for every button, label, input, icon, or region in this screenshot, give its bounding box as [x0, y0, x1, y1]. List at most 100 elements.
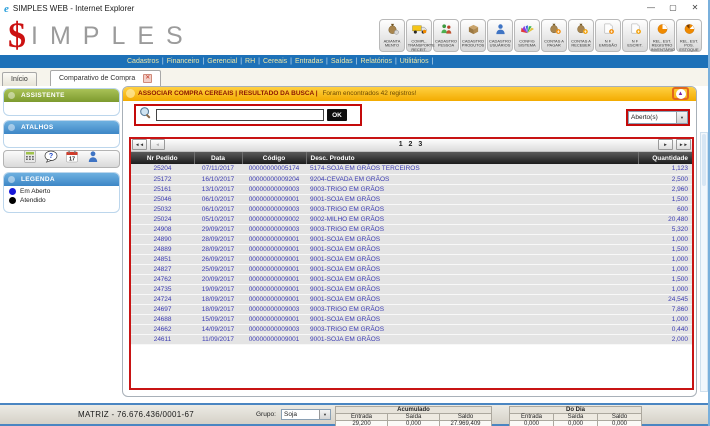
menu-item-saidas[interactable]: Saídas [331, 58, 353, 65]
minimize-button[interactable]: — [640, 0, 662, 15]
next-page-button[interactable]: ► [658, 139, 673, 150]
box-icon [466, 22, 481, 40]
search-input[interactable] [156, 109, 324, 121]
pagination-bar: ◄◄ ◄ 1 2 3 ► ►► [131, 139, 692, 152]
table-row[interactable]: 2476220/09/2017000000000090019001-SOJA E… [131, 274, 692, 284]
first-page-button[interactable]: ◄◄ [132, 139, 147, 150]
last-page-button[interactable]: ►► [676, 139, 691, 150]
table-cell: 600 [638, 204, 692, 214]
table-cell: 06/10/2017 [194, 204, 242, 214]
tab-comparativo-de-compra[interactable]: Comparativo de Compra ✕ [50, 70, 161, 86]
status-filter: Aberto(s) ▼ [626, 109, 690, 126]
column-header[interactable]: Data [194, 152, 242, 164]
status-filter-select[interactable]: Aberto(s) ▼ [628, 111, 688, 124]
atalhos-header[interactable]: ATALHOS [4, 121, 119, 134]
table-row[interactable]: 2469718/09/2017000000000090039003-TRIGO … [131, 304, 692, 314]
table-cell: 24889 [131, 244, 194, 254]
table-row[interactable]: 2482725/09/2017000000000090019001-SOJA E… [131, 264, 692, 274]
person-icon[interactable] [86, 150, 100, 168]
collapse-panel-button[interactable]: ▲ [672, 87, 689, 100]
calculator-icon[interactable] [23, 150, 37, 168]
calendar-icon[interactable]: 17 [65, 150, 79, 168]
table-row[interactable]: 2490829/09/2017000000000090039003-TRIGO … [131, 224, 692, 234]
vertical-scrollbar[interactable] [700, 132, 708, 392]
menu-item-relatorios[interactable]: Relatórios [360, 58, 392, 65]
money-in-toolbar-button[interactable]: CONTAS A PAGAR [541, 19, 567, 52]
toolbar-button-label: N F EMISSÃO [597, 40, 619, 48]
tab-inicio[interactable]: Início [2, 72, 37, 86]
stats-value: 27.969,409 [440, 421, 492, 426]
table-row[interactable]: 2485126/09/2017000000000090019001-SOJA E… [131, 254, 692, 264]
menu-item-utilitarios[interactable]: Utilitários [400, 58, 429, 65]
pie2-toolbar-button[interactable]: REL. EST. POS. ESTOQUE [676, 19, 702, 52]
column-header[interactable]: Nr Pedido [131, 152, 194, 164]
toolbar-button-label: ADIANTA MENTO [381, 40, 403, 48]
table-cell: 9001-SOJA EM GRÃOS [306, 244, 638, 254]
grupo-select[interactable]: Soja ▼ [281, 409, 331, 420]
people-toolbar-button[interactable]: CADASTRO PESSOA [433, 19, 459, 52]
table-row[interactable]: 2472418/09/2017000000000090019001-SOJA E… [131, 294, 692, 304]
palette-toolbar-button[interactable]: CONFIG SISTEMA [514, 19, 540, 52]
table-cell: 25161 [131, 184, 194, 194]
close-button[interactable]: ✕ [684, 0, 706, 15]
table-row[interactable]: 2516113/10/2017000000000090039003-TRIGO … [131, 184, 692, 194]
stats-col-header: Entrada [336, 414, 388, 421]
menu-separator: | [356, 58, 358, 65]
menu-item-financeiro[interactable]: Financeiro [167, 58, 200, 65]
pie-toolbar-button[interactable]: REL. EST. REGISTRO INVENTÁRIO [649, 19, 675, 52]
svg-text:?: ? [49, 153, 53, 160]
menu-item-rh[interactable]: RH [245, 58, 255, 65]
stats-value: 0,000 [554, 421, 598, 426]
table-row[interactable]: 2488928/09/2017000000000090019001-SOJA E… [131, 244, 692, 254]
stats-col-header: Saída [388, 414, 440, 421]
table-cell: 00000000009001 [242, 194, 306, 204]
money-bag-toolbar-button[interactable]: ADIANTA MENTO [379, 19, 405, 52]
menu-item-cereais[interactable]: Cereais [263, 58, 287, 65]
doc-down-toolbar-button[interactable]: N F EMISSÃO [595, 19, 621, 52]
page-numbers[interactable]: 1 2 3 [131, 139, 692, 151]
toolbar-button-label: CONTAS A PAGAR [543, 40, 565, 48]
table-cell: 18/09/2017 [194, 304, 242, 314]
pie2-icon [682, 22, 697, 40]
table-row[interactable]: 2504606/10/2017000000000090019001-SOJA E… [131, 194, 692, 204]
table-cell: 00000000009001 [242, 274, 306, 284]
menu-item-gerencial[interactable]: Gerencial [207, 58, 237, 65]
menu-separator: | [240, 58, 242, 65]
table-row[interactable]: 2468815/09/2017000000000090019001-SOJA E… [131, 314, 692, 324]
table-row[interactable]: 2466214/09/2017000000000090039003-TRIGO … [131, 324, 692, 334]
palette-icon [520, 22, 535, 40]
user-toolbar-button[interactable]: CADASTRO USUÁRIOS [487, 19, 513, 52]
money-out-toolbar-button[interactable]: CONTAS A RECEBER [568, 19, 594, 52]
scrollbar-thumb[interactable] [702, 134, 706, 186]
column-header[interactable]: Quantidade [638, 152, 692, 164]
column-header[interactable]: Código [242, 152, 306, 164]
people-icon [439, 22, 454, 40]
search-icon [139, 106, 153, 125]
table-row[interactable]: 2502405/10/2017000000000090029002-MILHO … [131, 214, 692, 224]
toolbar-button-label: COMPL. TRANSPORTE RECEIT. [408, 40, 430, 52]
menu-item-cadastros[interactable]: Cadastros [127, 58, 159, 65]
maximize-button[interactable]: ▢ [662, 0, 684, 15]
table-cell: 9204-CEVADA EM GRÃOS [306, 174, 638, 184]
browser-window: e SIMPLES WEB - Internet Explorer — ▢ ✕ … [0, 0, 710, 426]
table-cell: 24697 [131, 304, 194, 314]
truck-toolbar-button[interactable]: COMPL. TRANSPORTE RECEIT. [406, 19, 432, 52]
table-row[interactable]: 2517216/10/2017000000000092049204-CEVADA… [131, 174, 692, 184]
box-toolbar-button[interactable]: CADASTRO PRODUTOS [460, 19, 486, 52]
search-ok-button[interactable]: OK [327, 109, 347, 121]
close-tab-icon[interactable]: ✕ [143, 74, 152, 83]
table-row[interactable]: 2489028/09/2017000000000090019001-SOJA E… [131, 234, 692, 244]
table-row[interactable]: 2503206/10/2017000000000090039003-TRIGO … [131, 204, 692, 214]
table-cell: 9001-SOJA EM GRÃOS [306, 294, 638, 304]
table-row[interactable]: 2473519/09/2017000000000090019001-SOJA E… [131, 284, 692, 294]
table-cell: 16/10/2017 [194, 174, 242, 184]
prev-page-button[interactable]: ◄ [150, 139, 165, 150]
table-row[interactable]: 2461111/09/2017000000000090019001-SOJA E… [131, 334, 692, 344]
menu-item-entradas[interactable]: Entradas [295, 58, 323, 65]
internet-explorer-icon: e [4, 4, 9, 14]
column-header[interactable]: Desc. Produto [306, 152, 638, 164]
help-icon[interactable]: ? [44, 150, 58, 168]
assistente-header[interactable]: ASSISTENTE [4, 89, 119, 102]
table-row[interactable]: 2520407/11/2017000000000051745174-SOJA E… [131, 164, 692, 174]
doc-up-toolbar-button[interactable]: N F ESCRIT. [622, 19, 648, 52]
